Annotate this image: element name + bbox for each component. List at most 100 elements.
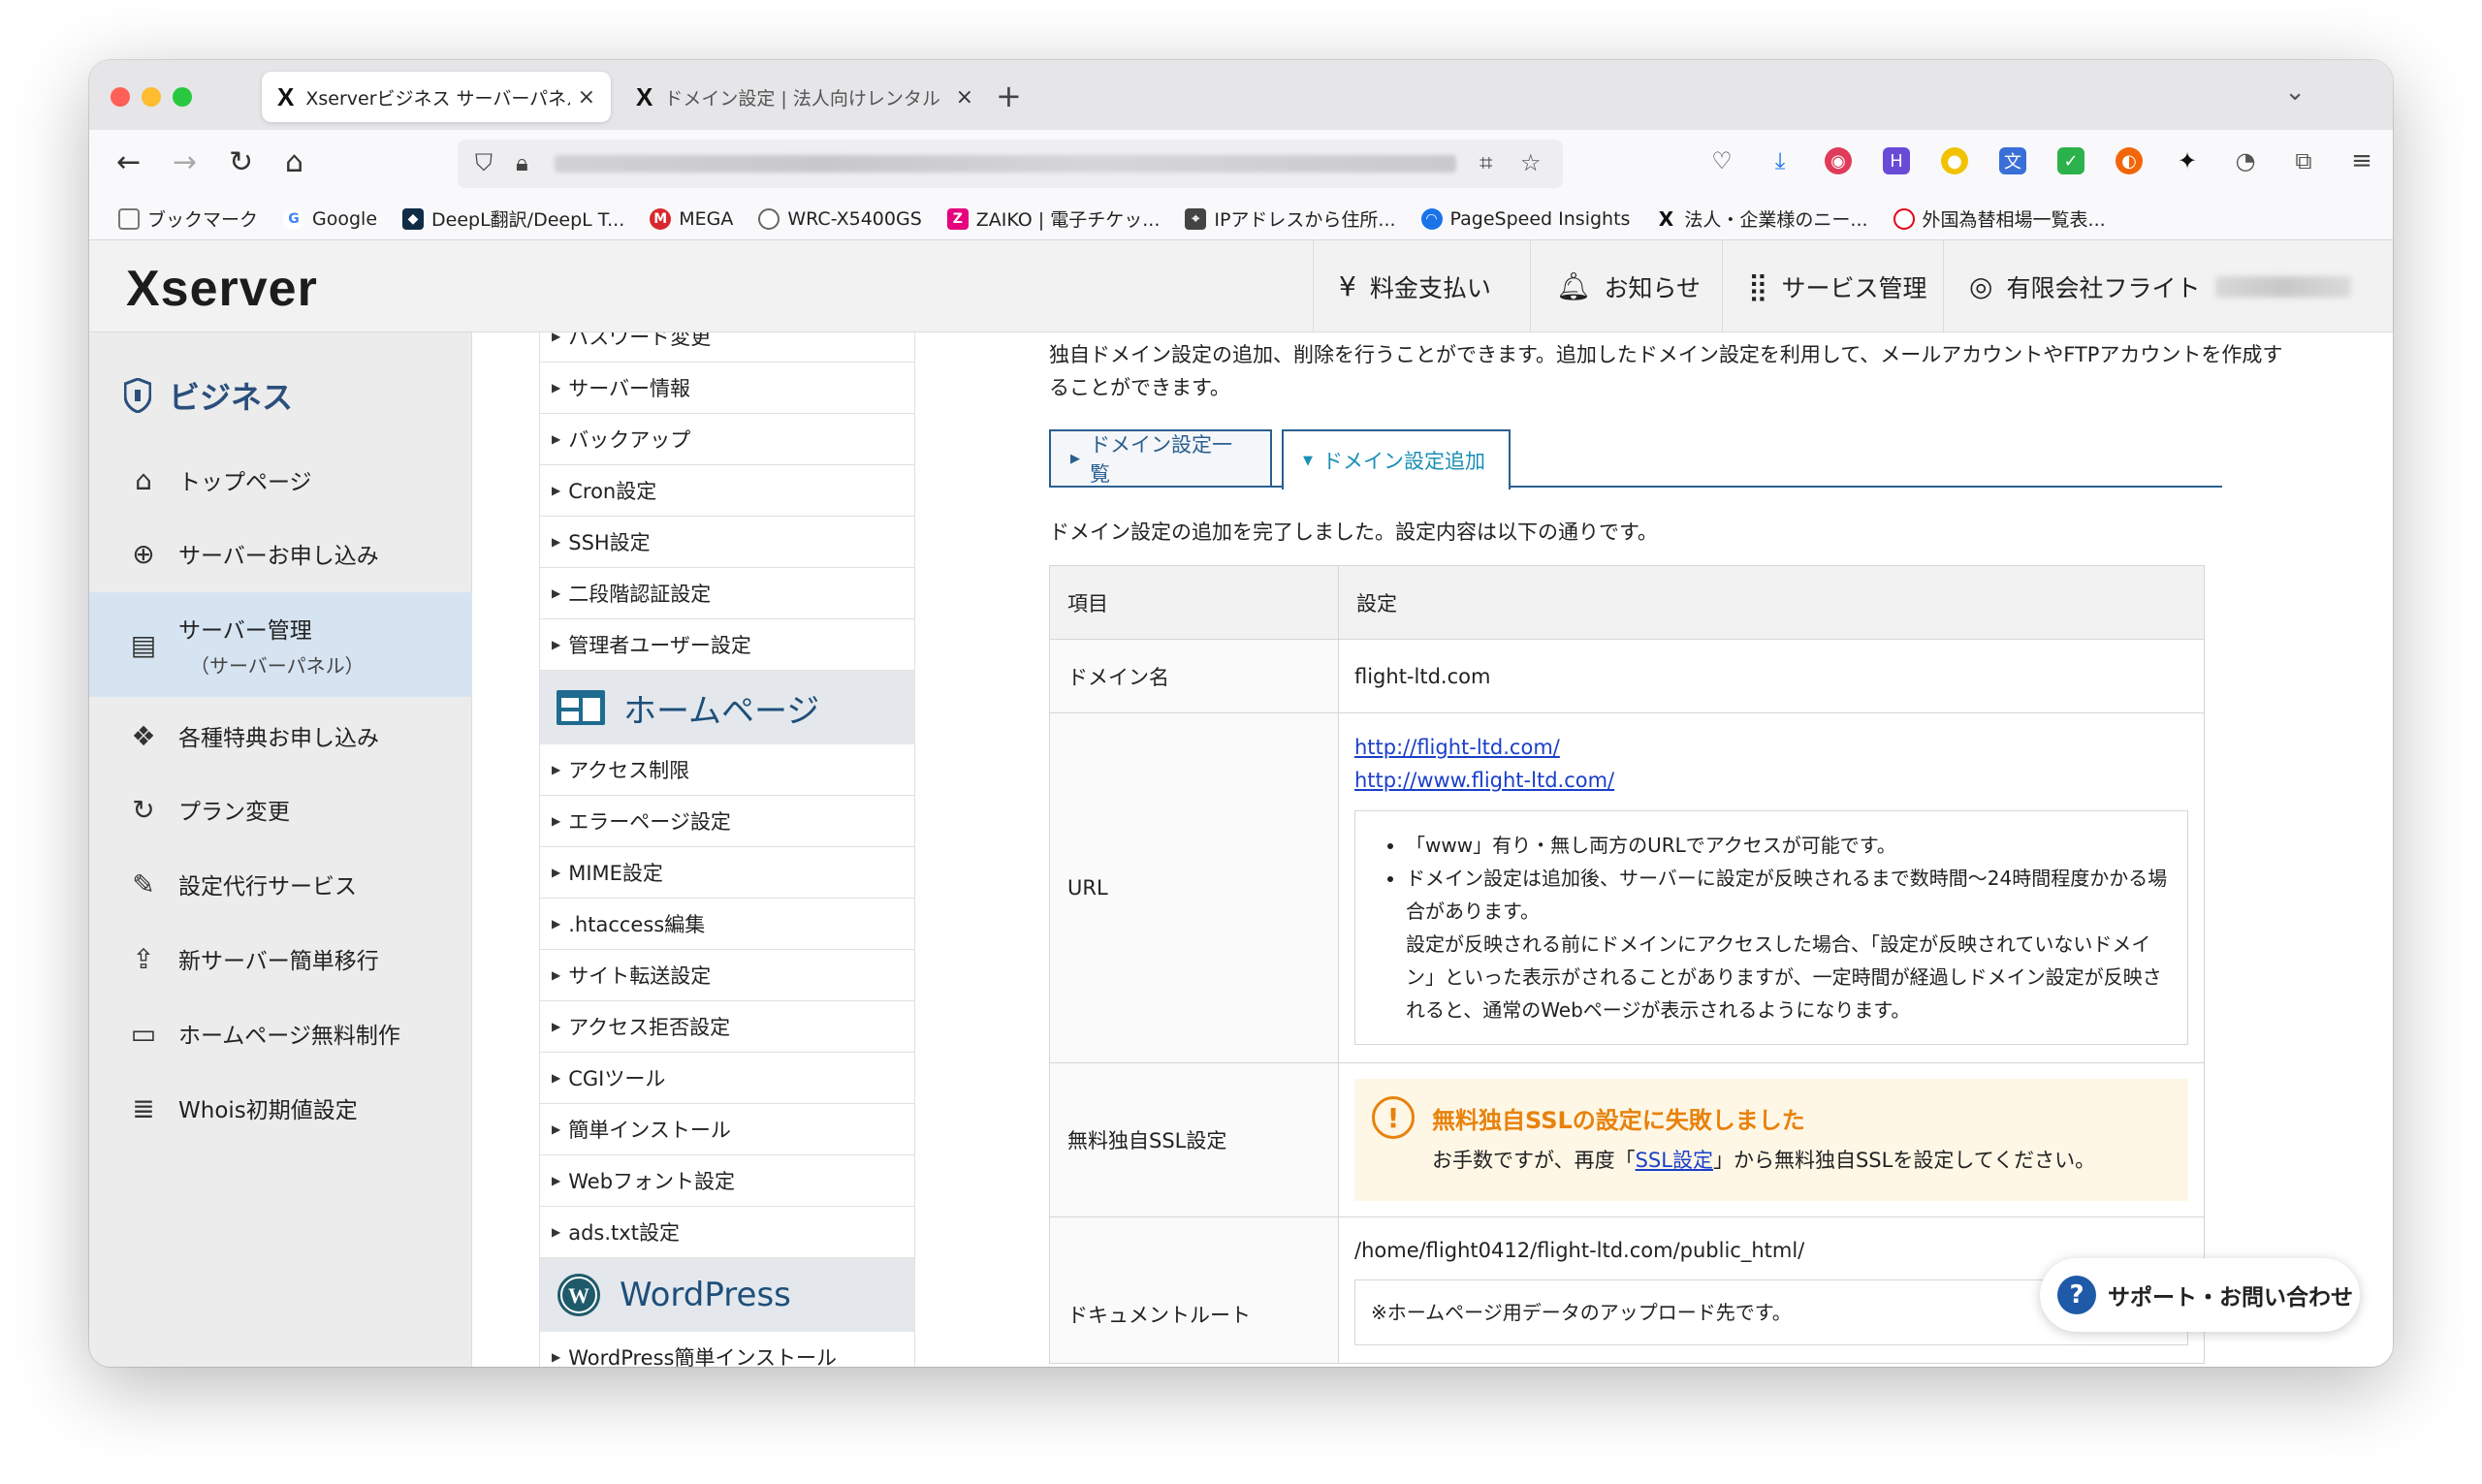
sidebar-item-server-management[interactable]: ▤ サーバー管理 （サーバーパネル）: [89, 592, 472, 697]
sidebar-item-label: 新サーバー簡単移行: [178, 949, 379, 974]
new-tab-button[interactable]: +: [996, 78, 1022, 114]
upload-icon: ⇪: [132, 942, 155, 975]
menu-item[interactable]: ▶ エラーページ設定: [539, 796, 915, 847]
menu-item[interactable]: ▶ 二段階認証設定: [539, 568, 915, 619]
zoom-window-button[interactable]: [173, 87, 192, 107]
back-arrow-icon[interactable]: ←: [116, 145, 141, 179]
gift-icon: ❖: [131, 719, 156, 752]
menu-item[interactable]: ▶ CGIツール: [539, 1053, 915, 1104]
menu-item[interactable]: ▶ アクセス拒否設定: [539, 1001, 915, 1053]
close-tab-icon[interactable]: ×: [578, 85, 595, 110]
menu-item[interactable]: ▶ バックアップ: [539, 414, 915, 465]
menu-item[interactable]: ▶ Webフォント設定: [539, 1155, 915, 1207]
menu-item[interactable]: ▶ Cron設定: [539, 465, 915, 517]
triangle-right-icon: ▶: [552, 1350, 561, 1364]
tab-domain-list[interactable]: ▶ ドメイン設定一覧: [1049, 429, 1272, 488]
bookmark-item[interactable]: G Google: [283, 207, 377, 230]
nav-service-management[interactable]: ⣿ サービス管理: [1722, 240, 1953, 332]
extension-red-icon[interactable]: ◉: [1825, 147, 1852, 174]
bookmark-item[interactable]: Z ZAIKO | 電子チケッ...: [946, 205, 1160, 232]
translate-icon[interactable]: ⌗: [1480, 149, 1493, 176]
tab-list-chevron-icon[interactable]: ⌄: [2284, 78, 2306, 107]
sidebar-item-setup-service[interactable]: ✎ 設定代行サービス: [89, 847, 472, 921]
url-text-redacted: [555, 155, 1456, 173]
menu-hamburger-icon[interactable]: ≡: [2348, 146, 2375, 175]
nav-account[interactable]: ◎ 有限会社フライト: [1943, 240, 2376, 332]
shield-icon[interactable]: ⛉: [475, 149, 493, 176]
sidebar-item-server-apply[interactable]: ⊕ サーバーお申し込み: [89, 517, 472, 590]
bookmark-label: ブックマーク: [147, 209, 259, 231]
menu-section-title: WordPress: [620, 1276, 791, 1314]
window-icon: ▭: [130, 1017, 157, 1050]
menu-item[interactable]: ▶ SSH設定: [539, 517, 915, 568]
extensions-puzzle-icon[interactable]: ⧉: [2290, 147, 2317, 174]
browser-tab-inactive[interactable]: X ドメイン設定 | 法人向けレンタル ×: [620, 72, 989, 122]
menu-item[interactable]: ▶ .htaccess編集: [539, 899, 915, 950]
table-row: ドキュメントルート /home/flight0412/flight-ltd.co…: [1049, 1216, 2205, 1364]
bookmarks-bar: ブックマーク G Google ◆ DeepL翻訳/DeepL T... M M…: [89, 198, 2393, 240]
nav-notices[interactable]: 🔔︎ お知らせ: [1530, 240, 1726, 332]
xserver-logo[interactable]: Xserver: [126, 260, 318, 318]
menu-item[interactable]: ▶ 簡単インストール: [539, 1104, 915, 1155]
bookmark-item[interactable]: ◆ DeepL翻訳/DeepL T...: [402, 205, 624, 232]
menu-item-label: .htaccess編集: [568, 913, 706, 936]
tab-domain-add[interactable]: ▼ ドメイン設定追加: [1282, 429, 1511, 489]
download-icon[interactable]: ⤓: [1766, 147, 1794, 174]
bookmark-item[interactable]: ◠ PageSpeed Insights: [1420, 207, 1630, 230]
menu-item[interactable]: ▶ サイト転送設定: [539, 950, 915, 1001]
xserver-favicon-icon: X: [277, 81, 295, 111]
bookmark-item[interactable]: M MEGA: [650, 207, 733, 230]
url-link[interactable]: http://flight-ltd.com/: [1354, 731, 2188, 764]
extension-bird-icon[interactable]: ✦: [2174, 147, 2201, 174]
menu-group-wordpress: ▶ WordPress簡単インストール: [539, 1332, 915, 1367]
menu-item[interactable]: ▶ サーバー情報: [539, 363, 915, 414]
menu-item[interactable]: ▶ 管理者ユーザー設定: [539, 619, 915, 671]
lock-icon[interactable]: 🔒︎: [516, 149, 528, 176]
menu-item[interactable]: ▶ パスワード変更: [539, 332, 915, 363]
menu-item[interactable]: ▶ アクセス制限: [539, 744, 915, 796]
sidebar-item-whois[interactable]: ≣ Whois初期値設定: [89, 1071, 472, 1145]
pocket-icon[interactable]: ♡: [1708, 147, 1735, 174]
close-window-button[interactable]: [111, 87, 130, 107]
ip-icon: ⌖: [1185, 207, 1207, 230]
sidebar-item-benefits[interactable]: ❖ 各種特典お申し込み: [89, 699, 472, 773]
minimize-window-button[interactable]: [142, 87, 161, 107]
bookmark-label: DeepL翻訳/DeepL T...: [431, 209, 625, 231]
extension-check-icon[interactable]: ✓: [2057, 147, 2084, 174]
sidebar-item-top[interactable]: ⌂ トップページ: [89, 443, 472, 517]
triangle-right-icon: ▶: [552, 814, 561, 828]
address-bar[interactable]: ⛉ 🔒︎ ⌗ ☆: [458, 140, 1563, 188]
bookmark-item[interactable]: WRC-X5400GS: [758, 207, 922, 230]
menu-item[interactable]: ▶ WordPress簡単インストール: [539, 1332, 915, 1367]
ssl-settings-link[interactable]: SSL設定: [1636, 1149, 1713, 1172]
extension-translate-icon[interactable]: 文: [1999, 147, 2026, 174]
url-link[interactable]: http://www.flight-ltd.com/: [1354, 764, 2188, 797]
home-icon[interactable]: ⌂: [285, 145, 303, 179]
menu-item[interactable]: ▶ ads.txt設定: [539, 1207, 915, 1258]
extension-clock-icon[interactable]: ◔: [2232, 147, 2259, 174]
reload-icon[interactable]: ↻: [229, 145, 253, 179]
bookmark-folder[interactable]: ブックマーク: [118, 205, 258, 232]
user-icon: ◎: [1969, 270, 1993, 302]
row-label: 無料独自SSL設定: [1049, 1062, 1339, 1217]
sidebar-item-label: プラン変更: [178, 800, 290, 825]
extension-yellow-icon[interactable]: ●: [1941, 147, 1968, 174]
support-contact-button[interactable]: ? サポート・お問い合わせ: [2040, 1258, 2360, 1332]
extension-hd-icon[interactable]: H: [1883, 147, 1910, 174]
nav-payment[interactable]: ¥ 料金支払い: [1313, 240, 1516, 332]
bookmark-item[interactable]: X 法人・企業様のニー...: [1655, 205, 1868, 232]
forward-arrow-icon[interactable]: →: [173, 145, 197, 179]
extension-orange-icon[interactable]: ◐: [2116, 147, 2143, 174]
sidebar-item-migration[interactable]: ⇪ 新サーバー簡単移行: [89, 922, 472, 995]
google-icon: G: [283, 207, 305, 230]
browser-tab-active[interactable]: X Xserverビジネス サーバーパネル ×: [262, 72, 611, 122]
bookmark-star-icon[interactable]: ☆: [1520, 149, 1542, 176]
close-tab-icon[interactable]: ×: [956, 85, 973, 110]
sidebar-item-plan-change[interactable]: ↻ プラン変更: [89, 773, 472, 846]
menu-item-label: WordPress簡単インストール: [568, 1346, 838, 1367]
bookmark-item[interactable]: 外国為替相場一覧表...: [1893, 205, 2106, 232]
menu-item-label: MIME設定: [568, 862, 663, 885]
sidebar-item-free-homepage[interactable]: ▭ ホームページ無料制作: [89, 996, 472, 1070]
bookmark-item[interactable]: ⌖ IPアドレスから住所...: [1185, 205, 1396, 232]
menu-item[interactable]: ▶ MIME設定: [539, 847, 915, 899]
